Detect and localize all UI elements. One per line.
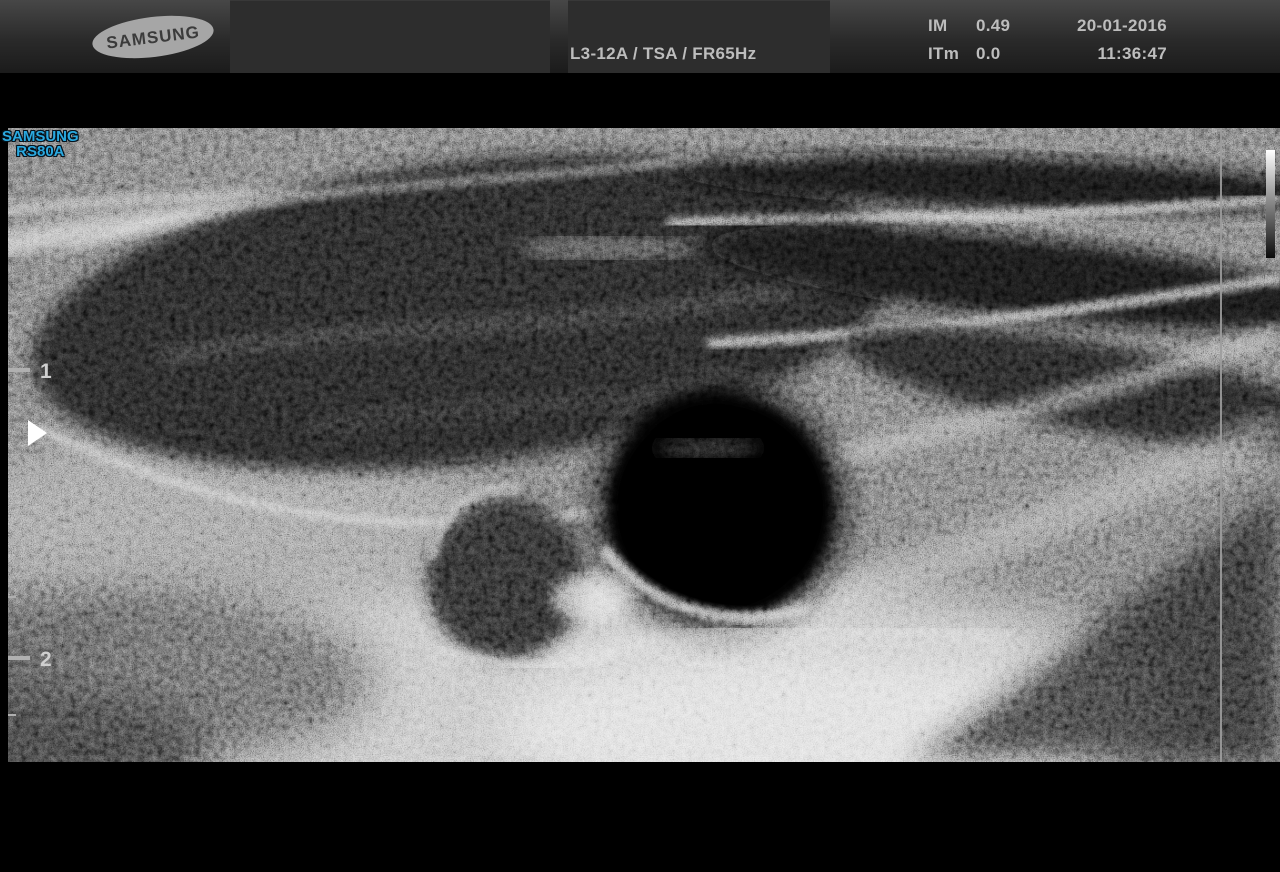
mi-label: IM	[928, 16, 976, 36]
tgc-line[interactable]	[1220, 128, 1222, 762]
thumbnail-panel-left	[230, 0, 550, 73]
ultrasound-image-area: 1 2	[8, 128, 1280, 762]
minor-tick	[8, 198, 16, 200]
exam-date: 20-01-2016	[1054, 16, 1167, 36]
ultrasound-screen: { "machine": { "brand": "SAMSUNG", "mode…	[0, 0, 1280, 872]
minor-tick	[8, 255, 16, 257]
speckle-grain	[8, 128, 1280, 762]
minor-tick	[8, 714, 16, 716]
mi-readout: IM 0.49	[928, 16, 1010, 36]
brand-overlay-name: SAMSUNG	[2, 129, 79, 144]
minor-tick	[8, 596, 16, 598]
ti-label: ITm	[928, 44, 976, 64]
bottom-black-area	[0, 762, 1280, 872]
depth-label-1: 1	[40, 360, 52, 383]
major-tick-1	[8, 368, 30, 372]
major-tick-2	[8, 656, 30, 660]
brand-overlay-model: RS80A	[2, 144, 79, 159]
minor-tick	[8, 312, 16, 314]
depth-label-2: 2	[40, 648, 52, 671]
grayscale-bar	[1266, 150, 1275, 258]
exam-time: 11:36:47	[1054, 44, 1167, 64]
ti-value: 0.0	[976, 44, 1001, 64]
mi-value: 0.49	[976, 16, 1010, 36]
status-bar: 2D G62/DR60/MI8/P70/Frq Rés./3.5cm	[0, 73, 1280, 106]
minor-tick	[8, 482, 16, 484]
minor-tick	[8, 539, 16, 541]
probe-info: L3-12A / TSA / FR65Hz	[570, 44, 756, 64]
ti-readout: ITm 0.0	[928, 44, 1001, 64]
samsung-logo: SAMSUNG	[88, 11, 218, 63]
brand-overlay: SAMSUNG RS80A	[2, 129, 79, 159]
top-bar: SAMSUNG L3-12A / TSA / FR65Hz IM 0.49 IT…	[0, 0, 1280, 73]
ultrasound-canvas: 1 2	[8, 128, 1280, 762]
